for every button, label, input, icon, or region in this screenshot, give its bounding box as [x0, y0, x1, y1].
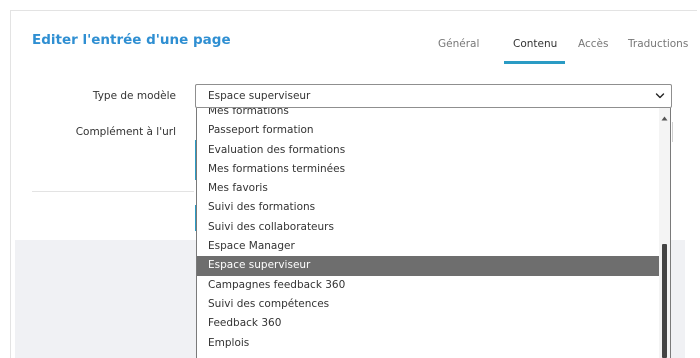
template-type-selected-value: Espace superviseur	[208, 90, 311, 102]
template-type-label: Type de modèle	[92, 90, 176, 102]
dropdown-option[interactable]: Espace Manager	[197, 237, 661, 256]
tab-access[interactable]: Accès	[578, 38, 608, 50]
dropdown-option[interactable]: Mes formations	[197, 108, 661, 121]
tab-bar: Général Contenu Accès Traductions	[438, 38, 688, 64]
tab-general[interactable]: Général	[438, 38, 479, 50]
tab-translations[interactable]: Traductions	[628, 38, 688, 50]
scrollbar-thumb[interactable]	[662, 244, 667, 358]
dropdown-option-selected[interactable]: Espace superviseur	[197, 256, 661, 276]
dropdown-option[interactable]: Emplois	[197, 334, 661, 353]
template-type-select[interactable]: Espace superviseur	[195, 84, 672, 108]
dropdown-option[interactable]: Suivi des formations	[197, 198, 661, 217]
url-complement-label: Complément à l'url	[75, 126, 176, 138]
active-tab-indicator	[504, 61, 565, 64]
template-type-dropdown-list[interactable]: Mes formations Passeport formation Evalu…	[196, 108, 671, 358]
dropdown-option[interactable]: Evaluation des formations	[197, 141, 661, 160]
dropdown-option[interactable]: Mes formations terminées	[197, 160, 661, 179]
dropdown-option[interactable]: Campagnes feedback 360	[197, 276, 661, 295]
url-field-right-edge	[672, 122, 673, 142]
option-list: Mes formations Passeport formation Evalu…	[197, 108, 661, 353]
dropdown-option[interactable]: Passeport formation	[197, 121, 661, 140]
dropdown-option[interactable]: Feedback 360	[197, 314, 661, 333]
caret-up-icon[interactable]	[660, 114, 669, 123]
dropdown-option[interactable]: Suivi des collaborateurs	[197, 218, 661, 237]
chevron-down-icon	[655, 93, 665, 99]
panel-title: Editer l'entrée d'une page	[32, 32, 231, 48]
form-divider	[32, 191, 194, 192]
dropdown-option[interactable]: Suivi des compétences	[197, 295, 661, 314]
tab-content[interactable]: Contenu	[513, 38, 557, 50]
dropdown-option[interactable]: Mes favoris	[197, 179, 661, 198]
dropdown-scrollbar[interactable]	[659, 108, 670, 358]
